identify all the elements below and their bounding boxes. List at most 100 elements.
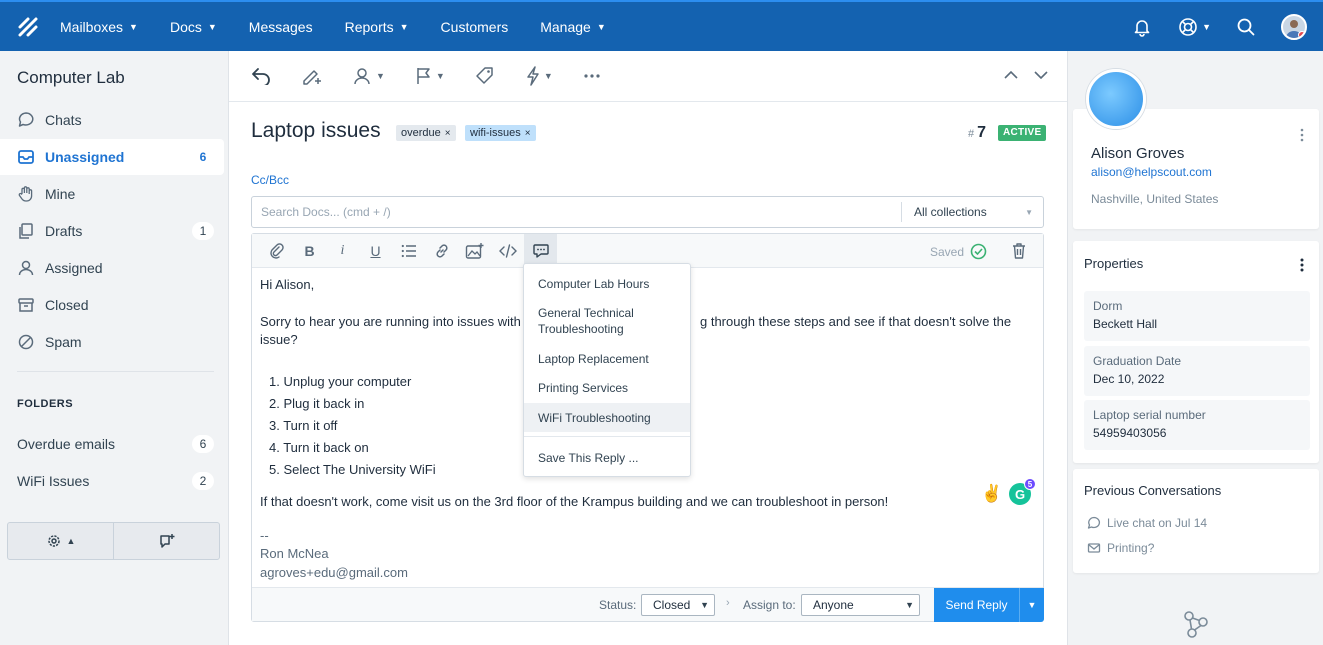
chevron-down-icon: ▼ (700, 600, 709, 610)
speech-bubble-icon (532, 243, 549, 258)
person-icon (17, 259, 35, 277)
new-folder-button[interactable] (114, 523, 219, 559)
customer-menu-icon[interactable] (1300, 128, 1304, 142)
tag-wifi-issues[interactable]: wifi-issues × (465, 125, 536, 141)
tag-overdue[interactable]: overdue × (396, 125, 456, 141)
workflow-button[interactable]: ▼ (525, 66, 553, 86)
tag-icon (476, 67, 493, 84)
chevron-down-icon (1034, 71, 1048, 80)
discard-draft-button[interactable] (1011, 242, 1027, 260)
saved-replies-menu: Computer Lab Hours General Technical Tro… (523, 263, 691, 477)
sidebar-item-drafts[interactable]: Drafts 1 (0, 213, 224, 249)
notifications-bell-icon[interactable] (1132, 17, 1152, 37)
saved-reply-item[interactable]: Laptop Replacement (524, 349, 690, 369)
list-item: 4. Turn it back on (269, 440, 369, 455)
nav-manage[interactable]: Manage ▼ (540, 19, 606, 35)
bold-button[interactable]: B (293, 234, 326, 268)
status-dot (1298, 30, 1305, 38)
status-flag-button[interactable]: ▼ (415, 66, 445, 86)
user-avatar[interactable] (1281, 13, 1307, 40)
greeting-line: Hi Alison, (260, 277, 315, 292)
integrations-icon[interactable] (1180, 608, 1212, 640)
folder-item[interactable]: WiFi Issues 2 (0, 466, 224, 496)
remove-tag-icon[interactable]: × (525, 128, 531, 139)
nav-messages[interactable]: Messages (249, 19, 313, 35)
nav-reports[interactable]: Reports ▼ (345, 19, 409, 35)
assign-select[interactable]: Anyone ▼ (801, 594, 920, 616)
sidebar-item-label: Closed (45, 297, 89, 313)
attach-button[interactable] (260, 234, 293, 268)
link-button[interactable] (425, 234, 458, 268)
chevron-down-icon: ▼ (399, 21, 409, 32)
settings-button[interactable]: ▲ (8, 523, 114, 559)
status-label: Status: (599, 598, 637, 612)
add-folder-icon (159, 534, 174, 548)
grammarly-count-badge: 5 (1024, 478, 1036, 490)
previous-conversation-item[interactable]: Printing? (1087, 541, 1154, 555)
helpscout-logo-icon[interactable] (0, 2, 56, 51)
next-conversation-button[interactable] (1033, 67, 1049, 83)
previous-conversation-button[interactable] (1003, 67, 1019, 83)
chat-icon (17, 111, 35, 129)
folder-item[interactable]: Overdue emails 6 (0, 429, 224, 459)
count-badge: 6 (199, 150, 207, 164)
sidebar-item-spam[interactable]: Spam (0, 324, 224, 360)
cc-bcc-link[interactable]: Cc/Bcc (251, 173, 289, 187)
tag-button[interactable] (475, 66, 495, 86)
assign-button[interactable]: ▼ (353, 66, 385, 86)
search-icon[interactable] (1237, 18, 1255, 36)
image-plus-icon (465, 242, 483, 259)
saved-reply-item[interactable]: Printing Services (524, 378, 690, 398)
image-button[interactable] (458, 234, 491, 268)
help-menu-icon[interactable]: ▼ (1178, 17, 1211, 37)
collections-select[interactable]: All collections ▼ (901, 202, 1043, 222)
saved-reply-item[interactable]: Computer Lab Hours (524, 274, 690, 294)
send-reply-button[interactable]: Send Reply ▼ (934, 588, 1044, 622)
nav-customers[interactable]: Customers (441, 19, 509, 35)
status-badge: ACTIVE (998, 125, 1047, 141)
undo-button[interactable] (251, 67, 271, 85)
saved-reply-item[interactable]: WiFi Troubleshooting (524, 403, 690, 432)
property-dorm[interactable]: Dorm Beckett Hall (1084, 291, 1310, 341)
previous-conversation-item[interactable]: Live chat on Jul 14 (1087, 516, 1207, 530)
customer-email[interactable]: alison@helpscout.com (1091, 165, 1212, 179)
grammarly-button[interactable]: G5 (1009, 478, 1036, 505)
archive-icon (17, 296, 35, 314)
more-button[interactable] (583, 73, 601, 79)
sidebar-item-chats[interactable]: Chats (0, 102, 224, 138)
list-button[interactable] (392, 234, 425, 268)
customer-location: Nashville, United States (1091, 192, 1219, 206)
list-item: 2. Plug it back in (269, 396, 365, 411)
property-graduation-date[interactable]: Graduation Date Dec 10, 2022 (1084, 346, 1310, 396)
sidebar-item-closed[interactable]: Closed (0, 287, 224, 323)
divider (524, 436, 690, 437)
ban-icon (17, 333, 35, 351)
remove-tag-icon[interactable]: × (445, 128, 451, 139)
sidebar-item-unassigned[interactable]: Unassigned 6 (0, 139, 224, 175)
sidebar-item-assigned[interactable]: Assigned (0, 250, 224, 286)
nav-docs[interactable]: Docs ▼ (170, 19, 217, 35)
mailbox-title: Computer Lab (17, 68, 125, 87)
chevron-down-icon: ▼ (1202, 21, 1211, 32)
properties-title: Properties (1084, 256, 1144, 271)
divider (17, 371, 214, 372)
property-laptop-serial[interactable]: Laptop serial number 54959403056 (1084, 400, 1310, 450)
italic-button[interactable]: i (326, 234, 359, 268)
chevron-down-icon: ▼ (905, 600, 914, 610)
send-options-chevron-icon[interactable]: ▼ (1020, 600, 1044, 610)
note-button[interactable] (301, 66, 323, 86)
undo-icon (252, 68, 270, 85)
underline-button[interactable]: U (359, 234, 392, 268)
sidebar-item-mine[interactable]: Mine (0, 176, 224, 212)
folder-label: WiFi Issues (17, 473, 90, 489)
status-select[interactable]: Closed ▼ (641, 594, 715, 616)
nav-mailboxes[interactable]: Mailboxes ▼ (60, 19, 138, 35)
code-button[interactable] (491, 234, 524, 268)
chat-icon (1087, 516, 1101, 529)
docs-search-input[interactable] (252, 197, 901, 227)
properties-menu-icon[interactable] (1300, 258, 1304, 272)
save-this-reply-item[interactable]: Save This Reply ... (524, 448, 690, 468)
sidebar-footer: ▲ (7, 522, 220, 560)
saved-reply-item[interactable]: General Technical Troubleshooting (524, 304, 690, 338)
emoji-button[interactable]: ✌️ (981, 484, 1002, 504)
